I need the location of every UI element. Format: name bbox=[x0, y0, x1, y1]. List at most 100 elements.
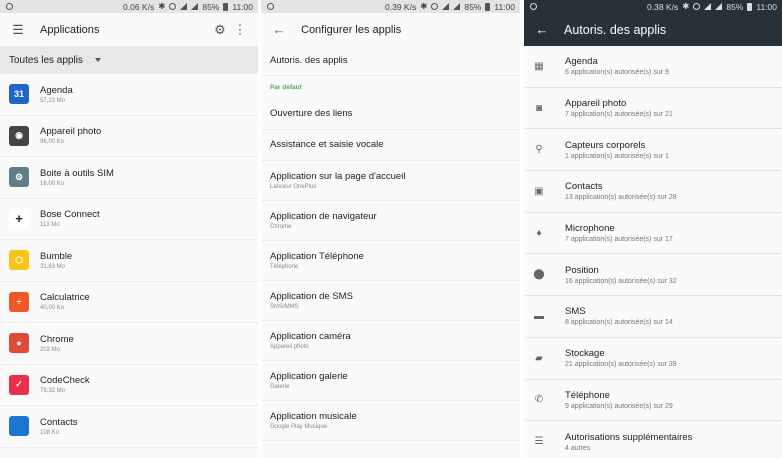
app-permissions-item[interactable]: Autoris. des applis bbox=[261, 46, 520, 76]
permission-count: 1 application(s) autorisée(s) sur 1 bbox=[565, 152, 669, 160]
app-list-item[interactable]: ⚙ Boite à outils SIM 16,00 Ko bbox=[0, 157, 258, 199]
app-list-item[interactable]: ◉ Appareil photo 96,00 Ko bbox=[0, 116, 258, 157]
camera-icon: ◙ bbox=[535, 102, 543, 114]
battery-level: 85% bbox=[726, 1, 744, 12]
app-size: 113 Mo bbox=[40, 222, 60, 229]
back-arrow-icon[interactable]: ← bbox=[269, 20, 289, 40]
app-list-item[interactable]: ÷ Calculatrice 40,00 Ko bbox=[0, 282, 258, 323]
permission-item[interactable]: ⚲ Capteurs corporels 1 application(s) auto… bbox=[524, 129, 782, 172]
app-name: Bose Connect bbox=[40, 209, 100, 221]
item-label: Ouverture des liens bbox=[270, 107, 353, 119]
applications-screen: 0.06 K/s ✱ 85% 11:00 ☰ Applications ⚙ ⋮ … bbox=[0, 0, 258, 458]
item-label: Application caméra bbox=[270, 331, 351, 342]
section-header: Par défaut bbox=[270, 83, 302, 91]
app-text: Calculatrice 40,00 Ko bbox=[40, 292, 90, 311]
app-list-item[interactable]: 31 Agenda 57,23 Mo bbox=[0, 74, 258, 116]
permission-name: Téléphone bbox=[565, 389, 610, 401]
menu-icon[interactable]: ☰ bbox=[8, 20, 28, 40]
item-value: Chrome bbox=[270, 224, 292, 230]
app-name: Bumble bbox=[40, 250, 73, 262]
gear-icon[interactable]: ⚙ bbox=[210, 20, 230, 40]
bumble-icon: ⬡ bbox=[9, 250, 29, 271]
wifi-icon bbox=[180, 3, 188, 10]
settings-item[interactable]: Application de SMS SMS/MMS bbox=[261, 281, 520, 321]
app-size: 79,32 Mo bbox=[40, 388, 66, 395]
permission-item[interactable]: ☰ Autorisations supplémentaires 4 autres bbox=[524, 421, 782, 458]
permission-text: Contacts 13 application(s) autorisée(s) s… bbox=[565, 181, 677, 201]
status-bar: 0.39 K/s ✱ 85% 11:00 bbox=[261, 0, 520, 13]
settings-item[interactable]: Ouverture des liens bbox=[261, 98, 520, 130]
settings-item[interactable]: Application de navigateur Chrome bbox=[261, 201, 520, 241]
settings-item[interactable]: Application musicale Google Play Musique bbox=[261, 401, 520, 441]
settings-item[interactable]: Application caméra Appareil photo bbox=[261, 321, 520, 361]
app-name: Agenda bbox=[40, 84, 73, 96]
app-permissions-screen: 0.38 K/s ✱ 85% 11:00 ← Autoris. des appl… bbox=[524, 0, 782, 458]
permission-item[interactable]: ⬤ Position 16 application(s) autorisée(s) … bbox=[524, 254, 782, 297]
item-value: Appareil photo bbox=[270, 344, 309, 350]
contacts-icon: ▣ bbox=[534, 185, 544, 197]
permission-count: 6 application(s) autorisée(s) sur 9 bbox=[565, 69, 669, 77]
permission-item[interactable]: ▬ SMS 8 application(s) autorisée(s) sur 14 bbox=[524, 296, 782, 338]
app-list-item[interactable]: ⬡ Bumble 31,63 Mo bbox=[0, 240, 258, 282]
settings-item[interactable]: Application galerie Galerie bbox=[261, 361, 520, 401]
item-label: Application galerie bbox=[270, 371, 348, 382]
notification-icon bbox=[6, 3, 13, 10]
permission-count: 7 application(s) autorisée(s) sur 21 bbox=[565, 111, 673, 119]
calendar-icon: 31 bbox=[9, 84, 29, 105]
app-list-item[interactable]: + Bose Connect 113 Mo bbox=[0, 199, 258, 240]
signal-icon bbox=[715, 3, 723, 10]
permission-count: 8 application(s) autorisée(s) sur 14 bbox=[565, 319, 673, 327]
app-list-item[interactable]: ● Chrome 202 Mo bbox=[0, 323, 258, 365]
permission-text: Autorisations supplémentaires 4 autres bbox=[565, 432, 692, 452]
permission-item[interactable]: ◙ Appareil photo 7 application(s) autorisé… bbox=[524, 88, 782, 130]
bluetooth-icon: ✱ bbox=[420, 1, 428, 11]
alarm-icon bbox=[169, 3, 177, 10]
app-size: 108 Ko bbox=[40, 429, 60, 436]
app-filter-dropdown[interactable]: Toutes les applis bbox=[0, 46, 258, 74]
item-value: SMS/MMS bbox=[270, 304, 299, 310]
permission-text: SMS 8 application(s) autorisée(s) sur 14 bbox=[565, 306, 673, 326]
phone-icon: ✆ bbox=[534, 394, 544, 406]
permission-count: 4 autres bbox=[565, 444, 591, 452]
permission-item[interactable]: ▦ Agenda 6 application(s) autorisée(s) sur… bbox=[524, 46, 782, 88]
default-apps-list: Ouverture des liens Assistance et saisie … bbox=[261, 98, 520, 441]
app-text: Agenda 57,23 Mo bbox=[40, 85, 73, 104]
permission-item[interactable]: ♦ Microphone 7 application(s) autorisée(s)… bbox=[524, 213, 782, 255]
page-title: Autoris. des applis bbox=[564, 22, 667, 37]
folder-icon: ▰ bbox=[535, 352, 543, 364]
list-icon: ☰ bbox=[534, 436, 544, 448]
toolbar: ← Autoris. des applis bbox=[524, 13, 782, 46]
body-sensor-icon: ⚲ bbox=[535, 144, 543, 156]
permission-count: 16 application(s) autorisée(s) sur 32 bbox=[565, 277, 677, 285]
permission-item[interactable]: ▣ Contacts 13 application(s) autorisée(s) … bbox=[524, 171, 782, 213]
battery-level: 85% bbox=[202, 1, 220, 12]
app-name: Boite à outils SIM bbox=[40, 167, 114, 179]
permission-count: 21 application(s) autorisée(s) sur 39 bbox=[565, 361, 677, 369]
settings-item[interactable]: Application sur la page d'accueil Lanceur… bbox=[261, 161, 520, 201]
permission-item[interactable]: ✆ Téléphone 9 application(s) autorisée(s) … bbox=[524, 380, 782, 422]
settings-item[interactable]: Application Téléphone Téléphone bbox=[261, 241, 520, 281]
item-value: Lanceur OnePlus bbox=[270, 184, 317, 190]
sms-icon: ▬ bbox=[534, 310, 544, 322]
item-label: Application musicale bbox=[270, 411, 357, 422]
permission-name: Contacts bbox=[565, 181, 603, 193]
notification-icon bbox=[267, 3, 274, 10]
app-list-item[interactable]: 👤 Contacts 108 Ko bbox=[0, 406, 258, 448]
permission-text: Appareil photo 7 application(s) autorisée… bbox=[565, 98, 673, 118]
app-text: Boite à outils SIM 16,00 Ko bbox=[40, 168, 114, 187]
app-text: Appareil photo 96,00 Ko bbox=[40, 126, 101, 145]
settings-item[interactable]: Assistance et saisie vocale bbox=[261, 130, 520, 161]
alarm-icon bbox=[431, 3, 439, 10]
permission-item[interactable]: ▰ Stockage 21 application(s) autorisée(s) … bbox=[524, 338, 782, 380]
permission-text: Microphone 7 application(s) autorisée(s) … bbox=[565, 223, 673, 243]
back-arrow-icon[interactable]: ← bbox=[532, 20, 552, 40]
item-label: Autoris. des applis bbox=[270, 55, 348, 66]
chrome-icon: ● bbox=[9, 333, 29, 354]
location-icon: ⬤ bbox=[533, 269, 545, 281]
dark-header: 0.38 K/s ✱ 85% 11:00 ← Autoris. des appl… bbox=[524, 0, 782, 46]
app-list-item[interactable]: ✓ CodeCheck 79,32 Mo bbox=[0, 365, 258, 406]
app-size: 31,63 Mo bbox=[40, 263, 66, 270]
page-title: Configurer les applis bbox=[301, 23, 402, 36]
more-options-icon[interactable]: ⋮ bbox=[230, 20, 250, 40]
calendar-icon: ▦ bbox=[534, 60, 544, 72]
